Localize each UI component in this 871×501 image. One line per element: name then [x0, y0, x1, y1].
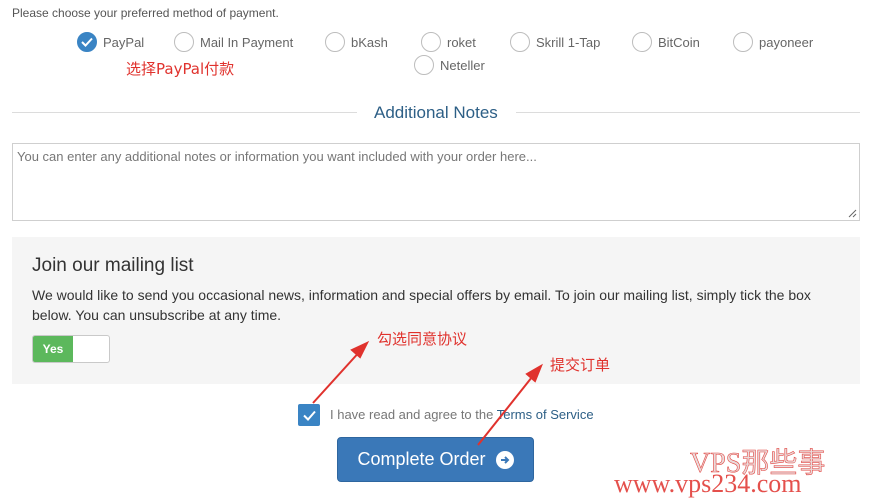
watermark-logo: VPS那些事 www.vps234.com [614, 447, 826, 498]
svg-text:www.vps234.com: www.vps234.com [614, 469, 802, 498]
annotation-arrows [312, 340, 543, 446]
